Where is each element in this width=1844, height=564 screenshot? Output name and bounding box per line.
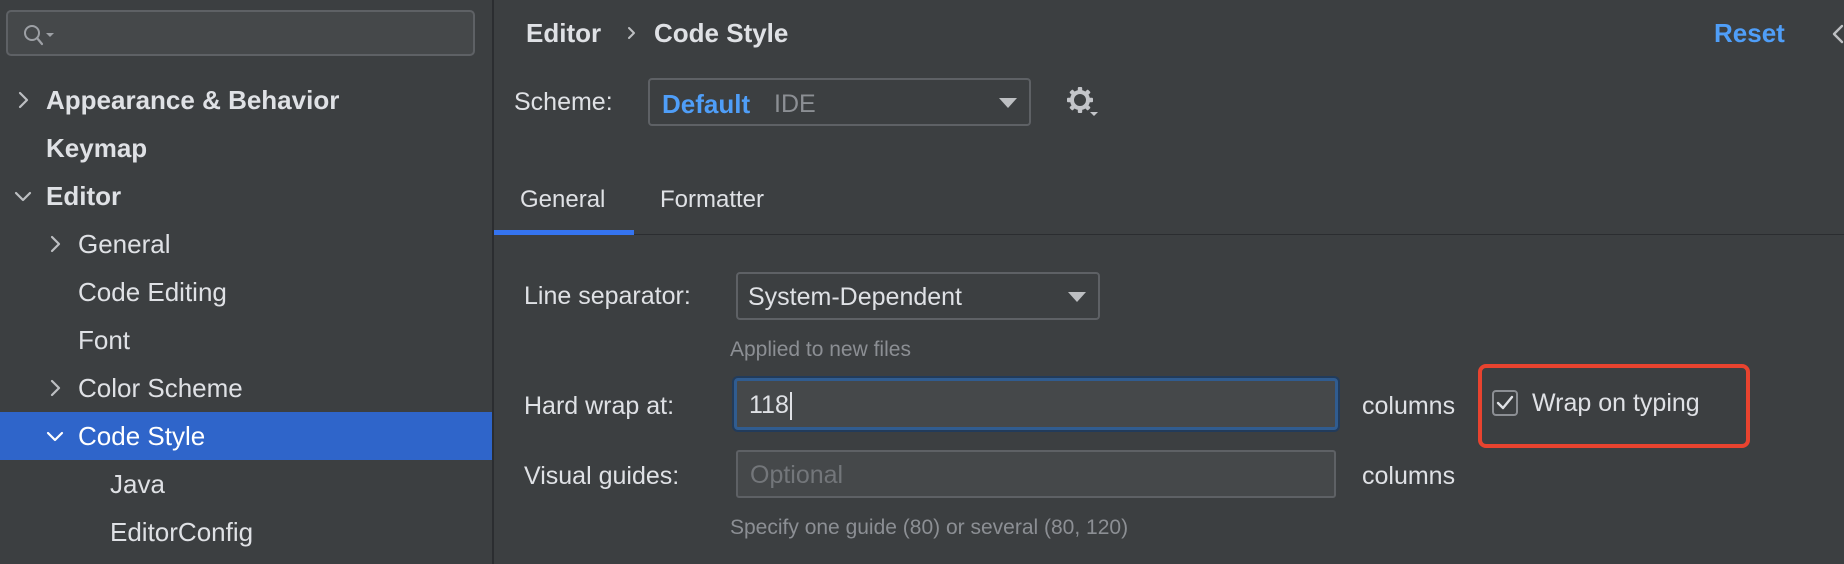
tab-general[interactable]: General bbox=[520, 186, 605, 214]
hard-wrap-unit: columns bbox=[1362, 392, 1456, 420]
hard-wrap-value: 118 bbox=[749, 391, 792, 421]
sidebar-item-java[interactable]: Java bbox=[0, 460, 492, 508]
chevron-right-icon bbox=[628, 27, 635, 39]
chevron-right-icon bbox=[18, 91, 29, 109]
sidebar-item-editor[interactable]: Editor bbox=[0, 172, 492, 220]
hard-wrap-value-text: 118 bbox=[749, 391, 789, 419]
settings-search-input[interactable] bbox=[6, 10, 475, 56]
scheme-label: Scheme: bbox=[514, 88, 613, 116]
visual-guides-input[interactable]: Optional bbox=[736, 450, 1336, 498]
text-cursor bbox=[789, 392, 792, 421]
scheme-value: Default bbox=[662, 89, 751, 119]
settings-main-panel: Editor Code Style Reset Scheme: Default … bbox=[494, 0, 1844, 564]
reset-link[interactable]: Reset bbox=[1714, 18, 1785, 49]
gear-icon[interactable] bbox=[1066, 86, 1100, 120]
sidebar-item-font[interactable]: Font bbox=[0, 316, 492, 364]
sidebar-item-label: Appearance & Behavior bbox=[46, 84, 340, 115]
active-tab-indicator bbox=[494, 230, 634, 235]
sidebar-item-keymap[interactable]: Keymap bbox=[0, 124, 492, 172]
sidebar-item-general[interactable]: General bbox=[0, 220, 492, 268]
chevron-right-icon bbox=[50, 379, 61, 397]
sidebar-item-label: Editor bbox=[46, 180, 122, 211]
search-icon bbox=[24, 25, 54, 46]
dropdown-arrow-icon bbox=[1068, 292, 1086, 302]
sidebar-item-label: EditorConfig bbox=[110, 516, 254, 547]
line-separator-label: Line separator: bbox=[524, 282, 691, 310]
checkmark-icon bbox=[1496, 395, 1514, 410]
wrap-on-typing-label[interactable]: Wrap on typing bbox=[1532, 389, 1700, 418]
hard-wrap-label: Hard wrap at: bbox=[524, 392, 675, 420]
sidebar-item-label: Code Editing bbox=[78, 276, 227, 307]
tab-formatter[interactable]: Formatter bbox=[660, 186, 764, 214]
hard-wrap-input[interactable]: 118 bbox=[734, 378, 1338, 430]
tab-bar-divider bbox=[494, 234, 1844, 235]
line-separator-hint: Applied to new files bbox=[730, 338, 911, 361]
visual-guides-unit: columns bbox=[1362, 462, 1456, 490]
settings-sidebar: Appearance & Behavior Keymap Editor Gene… bbox=[0, 0, 492, 564]
sidebar-item-appearance-behavior[interactable]: Appearance & Behavior bbox=[0, 76, 492, 124]
line-separator-dropdown[interactable]: System-Dependent bbox=[736, 272, 1100, 320]
sidebar-item-label: Code Style bbox=[78, 420, 206, 451]
sidebar-item-label: Font bbox=[78, 324, 131, 355]
visual-guides-label: Visual guides: bbox=[524, 462, 680, 490]
sidebar-item-color-scheme[interactable]: Color Scheme bbox=[0, 364, 492, 412]
visual-guides-placeholder: Optional bbox=[750, 461, 844, 489]
chevron-down-icon bbox=[14, 191, 32, 202]
sidebar-item-label: Color Scheme bbox=[78, 372, 243, 403]
line-separator-value: System-Dependent bbox=[748, 283, 963, 311]
sidebar-item-label: Keymap bbox=[46, 132, 148, 163]
scheme-dropdown[interactable]: Default IDE bbox=[648, 78, 1031, 126]
chevron-right-icon bbox=[50, 235, 61, 253]
wrap-on-typing-checkbox[interactable] bbox=[1492, 390, 1518, 416]
scheme-qualifier: IDE bbox=[774, 90, 816, 118]
breadcrumb-item-editor[interactable]: Editor bbox=[526, 18, 601, 49]
sidebar-item-editorconfig[interactable]: EditorConfig bbox=[0, 508, 492, 556]
chevron-down-icon bbox=[46, 431, 64, 442]
sidebar-item-code-editing[interactable]: Code Editing bbox=[0, 268, 492, 316]
visual-guides-hint: Specify one guide (80) or several (80, 1… bbox=[730, 516, 1129, 539]
sidebar-item-code-style[interactable]: Code Style bbox=[0, 412, 492, 460]
sidebar-item-label: Java bbox=[110, 468, 165, 499]
dropdown-arrow-icon bbox=[999, 98, 1017, 108]
back-arrow-icon[interactable] bbox=[1830, 22, 1844, 46]
breadcrumb-item-code-style: Code Style bbox=[654, 18, 789, 48]
sidebar-item-label: General bbox=[78, 228, 171, 259]
